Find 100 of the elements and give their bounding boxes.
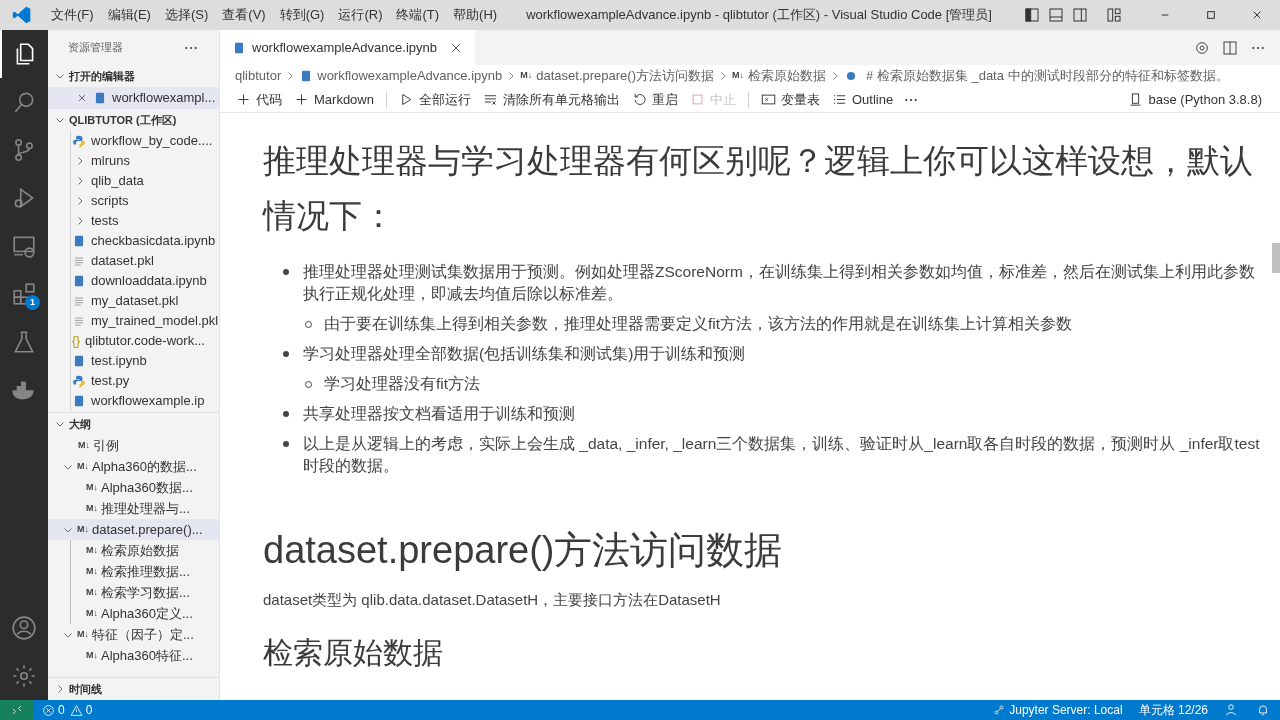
outline-item[interactable]: M↓ Alpha360的数据... (48, 456, 219, 477)
open-editor-item[interactable]: workflowexampl... (48, 87, 219, 109)
menu-item[interactable]: 终端(T) (389, 2, 447, 28)
markdown-glyph: M↓ (86, 543, 98, 557)
outline-item[interactable]: M↓ 推理处理器与... (48, 498, 219, 519)
vscode-logo-icon (12, 5, 32, 25)
section-header[interactable]: 打开的编辑器 (48, 65, 219, 87)
python-icon (72, 374, 86, 388)
plus-icon (236, 92, 251, 107)
file-item[interactable]: qlib_data (48, 171, 219, 191)
section-header[interactable]: QLIBTUTOR (工作区) (48, 109, 219, 131)
markdown-glyph: M↓ (86, 606, 98, 620)
bullet-text: 以上是从逻辑上的考虑，实际上会生成 _data, _infer, _learn三个数据集，训练、验证时从_learn取各自时段的数据，预测时从 _infer取test时段的数据。 (303, 434, 1261, 476)
outline-item[interactable]: M↓ 特征（因子）定... (48, 624, 219, 645)
editor-tab[interactable]: workflowexampleAdvance.ipynb (220, 30, 475, 65)
warning-icon (69, 703, 83, 717)
notebook-icon (93, 91, 107, 105)
outline-item[interactable]: M↓ Alpha360数据... (48, 477, 219, 498)
file-item[interactable]: checkbasicdata.ipynb (48, 231, 219, 251)
outline-item[interactable]: M↓ Alpha360特征... (48, 645, 219, 666)
menu-item[interactable]: 查看(V) (215, 2, 273, 28)
file-item[interactable]: my_dataset.pkl (48, 291, 219, 311)
warning-count: 0 (85, 702, 93, 719)
outline-item[interactable]: M↓ 检索推理数据... (71, 561, 219, 582)
toolbar-button[interactable]: Markdown (288, 88, 380, 111)
toolbar-button[interactable]: 清除所有单元格输出 (476, 88, 626, 111)
outline-label: dataset.prepare()... (92, 520, 203, 539)
outline-item[interactable]: M↓ 引例 (48, 435, 219, 456)
breadcrumb-item[interactable]: M↓ dataset.prepare()方法访问数据 (520, 66, 714, 86)
sidebar-toggle-icon[interactable] (1024, 7, 1040, 23)
breadcrumb-item[interactable]: workflowexampleAdvance.ipynb (299, 66, 503, 86)
sidebar-title: 资源管理器 (68, 40, 123, 56)
split-editor-icon[interactable] (1222, 39, 1238, 56)
menu-item[interactable]: 文件(F) (44, 2, 101, 28)
notebook-icon (72, 274, 86, 288)
toolbar-button[interactable]: Outline (825, 88, 900, 111)
toolbar-button[interactable]: 全部运行 (392, 88, 477, 111)
file-item[interactable]: dataset.pkl (48, 251, 219, 271)
file-item[interactable]: tests (48, 211, 219, 231)
toolbar-button[interactable]: 变量表 (754, 88, 826, 111)
file-item[interactable]: test.py (48, 371, 219, 391)
layout-icon[interactable] (1106, 7, 1122, 23)
heading: dataset.prepare()方法访问数据 (263, 528, 784, 573)
menu-item[interactable]: 选择(S) (157, 2, 216, 28)
list-icon (831, 92, 847, 107)
section-header[interactable]: 大纲 (48, 413, 219, 435)
markdown-glyph: M↓ (86, 585, 98, 599)
notebook-icon (232, 40, 246, 55)
file-item[interactable]: scripts (48, 191, 219, 211)
text-file-icon (72, 254, 86, 268)
text-file-icon (72, 314, 86, 328)
python-icon (72, 134, 86, 148)
menu-item[interactable]: 转到(G) (272, 2, 332, 28)
breadcrumb-item[interactable]: M↓ 检索原始数据 (731, 66, 826, 86)
scrollbar-thumb[interactable] (1272, 243, 1280, 273)
menu-item[interactable]: 编辑(E) (100, 2, 158, 28)
file-item[interactable]: mlruns (48, 151, 219, 171)
file-item[interactable]: workflow_by_code.... (48, 131, 219, 151)
menu-item[interactable]: 帮助(H) (446, 2, 505, 28)
bullet-text: 由于要在训练集上得到相关参数，推理处理器需要定义fit方法，该方法的作用就是在训练集上计算相关参数 (324, 314, 1073, 334)
bullet-text: 学习处理器处理全部数据(包括训练集和测试集)用于训练和预测 (303, 344, 746, 364)
link-icon (993, 704, 1006, 716)
outline-item[interactable]: M↓ 检索学习数据... (71, 582, 219, 603)
outline-label: Alpha360特征... (101, 646, 193, 665)
outline-item[interactable]: M↓ dataset.prepare()... (48, 519, 219, 540)
file-item[interactable]: downloaddata.ipynb (48, 271, 219, 291)
section-header[interactable]: 时间线 (48, 678, 219, 700)
badge: 1 (25, 295, 40, 310)
file-item[interactable]: workflowexample.ip (48, 391, 219, 411)
markdown-glyph: M↓ (86, 480, 98, 494)
close-icon[interactable] (76, 92, 88, 104)
account-icon[interactable] (11, 615, 37, 641)
panel-toggle-icon[interactable] (1048, 7, 1064, 23)
paragraph: dataset类型为 qlib.data.dataset.DatasetH，主要接口方法在DatasetH (263, 590, 722, 610)
plus-icon (294, 92, 309, 107)
variables-icon (760, 92, 776, 107)
toolbar-button[interactable]: 重启 (625, 88, 684, 111)
kernel-picker[interactable]: base (Python 3.8.8) (1127, 89, 1262, 110)
clear-outputs-icon (482, 92, 498, 107)
toolbar-button[interactable]: 代码 (230, 88, 288, 111)
jupyter-server-status[interactable]: Jupyter Server: Local (985, 701, 1131, 719)
file-item[interactable]: test.ipynb (48, 351, 219, 371)
activity-extensions[interactable]: 1 (0, 270, 48, 318)
file-item[interactable]: my_trained_model.pkl (48, 311, 219, 331)
menu-item[interactable]: 运行(R) (331, 2, 390, 28)
heading: 检索原始数据 (263, 635, 444, 671)
outline-item[interactable]: M↓ Alpha360定义... (71, 603, 219, 624)
bullet-text: 推理处理器处理测试集数据用于预测。例如处理器ZScoreNorm，在训练集上得到相关参数如均值，标准差，然后在测试集上利用此参数执行正规化处理，即减去均值后除以标准差。 (303, 262, 1256, 304)
cell-indicator[interactable]: 单元格 12/26 (1130, 701, 1216, 719)
outline-item[interactable]: M↓ 检索原始数据 (71, 540, 219, 561)
bell-icon[interactable] (1256, 703, 1270, 717)
breadcrumb-item[interactable]: # 检索原始数据集 _data 中的测试时段部分的特征和标签数据。 (843, 66, 1229, 86)
problems-button[interactable]: 0 0 (42, 701, 93, 719)
breadcrumb-item[interactable]: qlibtutor (235, 66, 282, 86)
text-file-icon (72, 294, 86, 308)
bullet-text: 共享处理器按文档看适用于训练和预测 (303, 404, 575, 424)
notebook-icon (72, 234, 86, 248)
file-item[interactable]: {} qlibtutor.code-work... (48, 331, 219, 351)
split-layout-icon[interactable] (1072, 7, 1088, 23)
markdown-glyph: M↓ (86, 564, 98, 578)
